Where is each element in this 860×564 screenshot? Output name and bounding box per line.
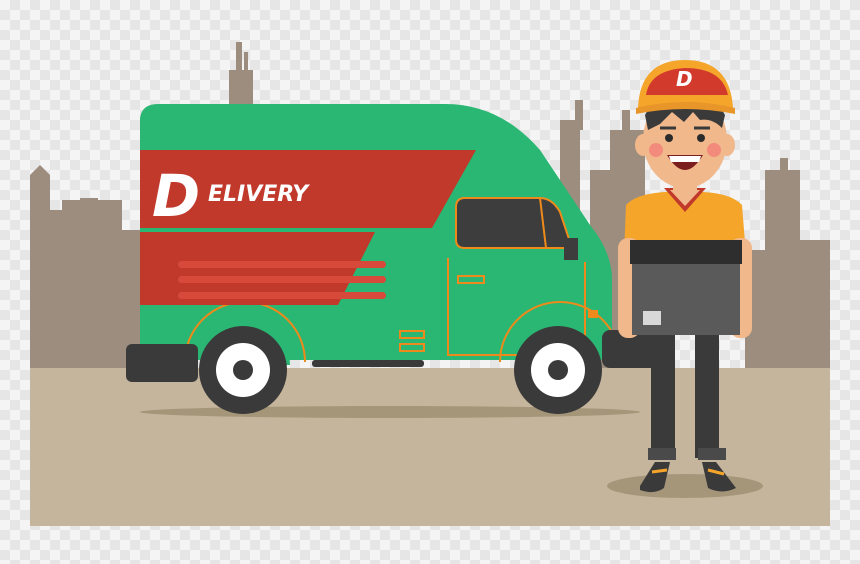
illustration-canvas: D ELIVERY D [0, 0, 860, 564]
delivery-scene: D ELIVERY D [30, 42, 830, 526]
courier-cap: D [636, 60, 735, 114]
rear-wheel [199, 326, 287, 414]
brand-initial: D [152, 162, 200, 230]
courier-shadow [607, 474, 763, 498]
rear-bumper [126, 344, 198, 382]
delivery-van: D ELIVERY [126, 104, 664, 414]
brand-text: ELIVERY [208, 182, 310, 207]
front-wheel [514, 326, 602, 414]
van-window [455, 197, 574, 249]
cap-logo: D [676, 67, 693, 91]
